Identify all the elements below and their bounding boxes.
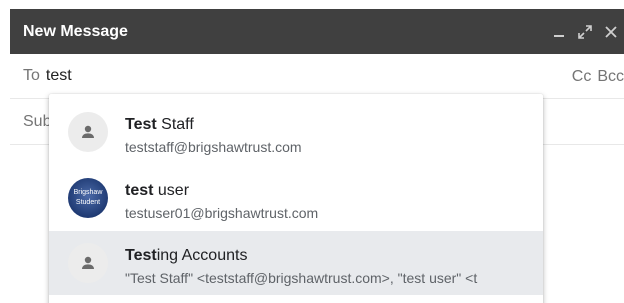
to-label: To xyxy=(23,67,40,84)
close-icon[interactable] xyxy=(598,9,624,54)
to-row[interactable]: To test Cc Bcc xyxy=(10,54,624,99)
suggestion-name: test user xyxy=(125,182,190,199)
compose-title: New Message xyxy=(23,22,128,40)
cc-link[interactable]: Cc xyxy=(572,68,592,86)
expand-icon[interactable] xyxy=(572,9,598,54)
suggestion-email: testuser01@brigshawtrust.com xyxy=(125,205,319,221)
suggestion-email: teststaff@brigshawtrust.com xyxy=(125,139,302,155)
person-icon xyxy=(68,243,108,283)
person-icon xyxy=(68,112,108,152)
suggestion-item-highlighted[interactable]: Testing Accounts "Test Staff" <teststaff… xyxy=(49,231,543,295)
suggestion-item[interactable]: Test Staff teststaff@brigshawtrust.com xyxy=(49,100,543,164)
bcc-link[interactable]: Bcc xyxy=(597,68,624,86)
compose-header: New Message xyxy=(10,9,624,54)
subject-label: Sub xyxy=(23,113,52,130)
minimize-icon[interactable] xyxy=(546,9,572,54)
to-input[interactable]: test xyxy=(46,67,72,85)
suggestion-name: Test Staff xyxy=(125,116,194,133)
avatar: Brigshaw Student xyxy=(68,178,108,218)
cc-bcc-links: Cc Bcc xyxy=(566,54,624,99)
recipient-suggestions: Test Staff teststaff@brigshawtrust.com B… xyxy=(49,94,543,303)
suggestion-email: "Test Staff" <teststaff@brigshawtrust.co… xyxy=(125,270,478,286)
suggestion-name: Testing Accounts xyxy=(125,247,248,264)
window-controls xyxy=(546,9,624,54)
suggestion-item[interactable]: Brigshaw Student test user testuser01@br… xyxy=(49,166,543,230)
